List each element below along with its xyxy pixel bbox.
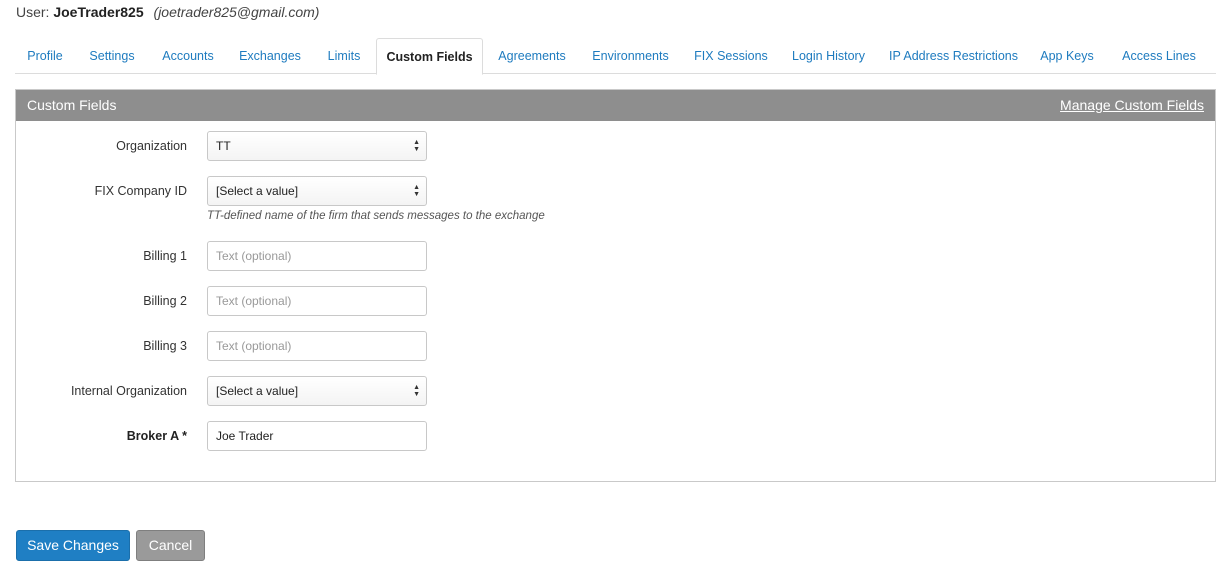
tab-ip-address-restrictions[interactable]: IP Address Restrictions (886, 38, 1021, 74)
billing1-label: Billing 1 (143, 249, 187, 263)
organization-select[interactable]: TT ▲ ▼ (207, 131, 427, 161)
billing2-input[interactable] (207, 286, 427, 316)
tab-login-history[interactable]: Login History (786, 38, 871, 74)
select-arrows-icon: ▲ ▼ (413, 384, 420, 398)
tab-environments[interactable]: Environments (588, 38, 673, 74)
panel-header: Custom Fields Manage Custom Fields (16, 90, 1215, 121)
tab-agreements[interactable]: Agreements (493, 38, 571, 74)
select-arrows-icon: ▲ ▼ (413, 184, 420, 198)
tab-exchanges[interactable]: Exchanges (235, 38, 305, 74)
save-changes-button[interactable]: Save Changes (16, 530, 130, 561)
user-prefix: User: (16, 4, 50, 20)
tab-app-keys[interactable]: App Keys (1037, 38, 1097, 74)
fix-company-id-select[interactable]: [Select a value] ▲ ▼ (207, 176, 427, 206)
broker-a-input[interactable] (207, 421, 427, 451)
panel-title: Custom Fields (27, 97, 117, 113)
tab-limits[interactable]: Limits (321, 38, 367, 74)
internal-organization-value: [Select a value] (216, 384, 299, 398)
billing2-label: Billing 2 (143, 294, 187, 308)
fix-company-id-label: FIX Company ID (94, 184, 187, 198)
tab-settings[interactable]: Settings (83, 38, 141, 74)
broker-a-label: Broker A * (126, 429, 187, 443)
organization-value: TT (216, 139, 231, 153)
billing1-input[interactable] (207, 241, 427, 271)
billing3-label: Billing 3 (143, 339, 187, 353)
internal-organization-select[interactable]: [Select a value] ▲ ▼ (207, 376, 427, 406)
tab-profile[interactable]: Profile (15, 38, 75, 74)
tab-accounts[interactable]: Accounts (155, 38, 221, 74)
tab-access-lines[interactable]: Access Lines (1117, 38, 1201, 74)
tab-bar: Profile Settings Accounts Exchanges Limi… (15, 38, 1216, 75)
user-email: (joetrader825@gmail.com) (153, 4, 320, 20)
tab-custom-fields[interactable]: Custom Fields (376, 38, 483, 75)
fix-company-id-value: [Select a value] (216, 184, 299, 198)
user-name: JoeTrader825 (53, 4, 144, 20)
billing3-input[interactable] (207, 331, 427, 361)
fix-company-id-hint: TT-defined name of the firm that sends m… (207, 210, 545, 222)
select-arrows-icon: ▲ ▼ (413, 139, 420, 153)
manage-custom-fields-link[interactable]: Manage Custom Fields (1060, 90, 1204, 121)
cancel-button[interactable]: Cancel (136, 530, 205, 561)
organization-label: Organization (116, 139, 187, 153)
custom-fields-panel: Custom Fields Manage Custom Fields Organ… (15, 89, 1216, 482)
user-info: User: JoeTrader825 (joetrader825@gmail.c… (16, 4, 319, 20)
tab-fix-sessions[interactable]: FIX Sessions (691, 38, 771, 74)
internal-organization-label: Internal Organization (70, 384, 187, 398)
